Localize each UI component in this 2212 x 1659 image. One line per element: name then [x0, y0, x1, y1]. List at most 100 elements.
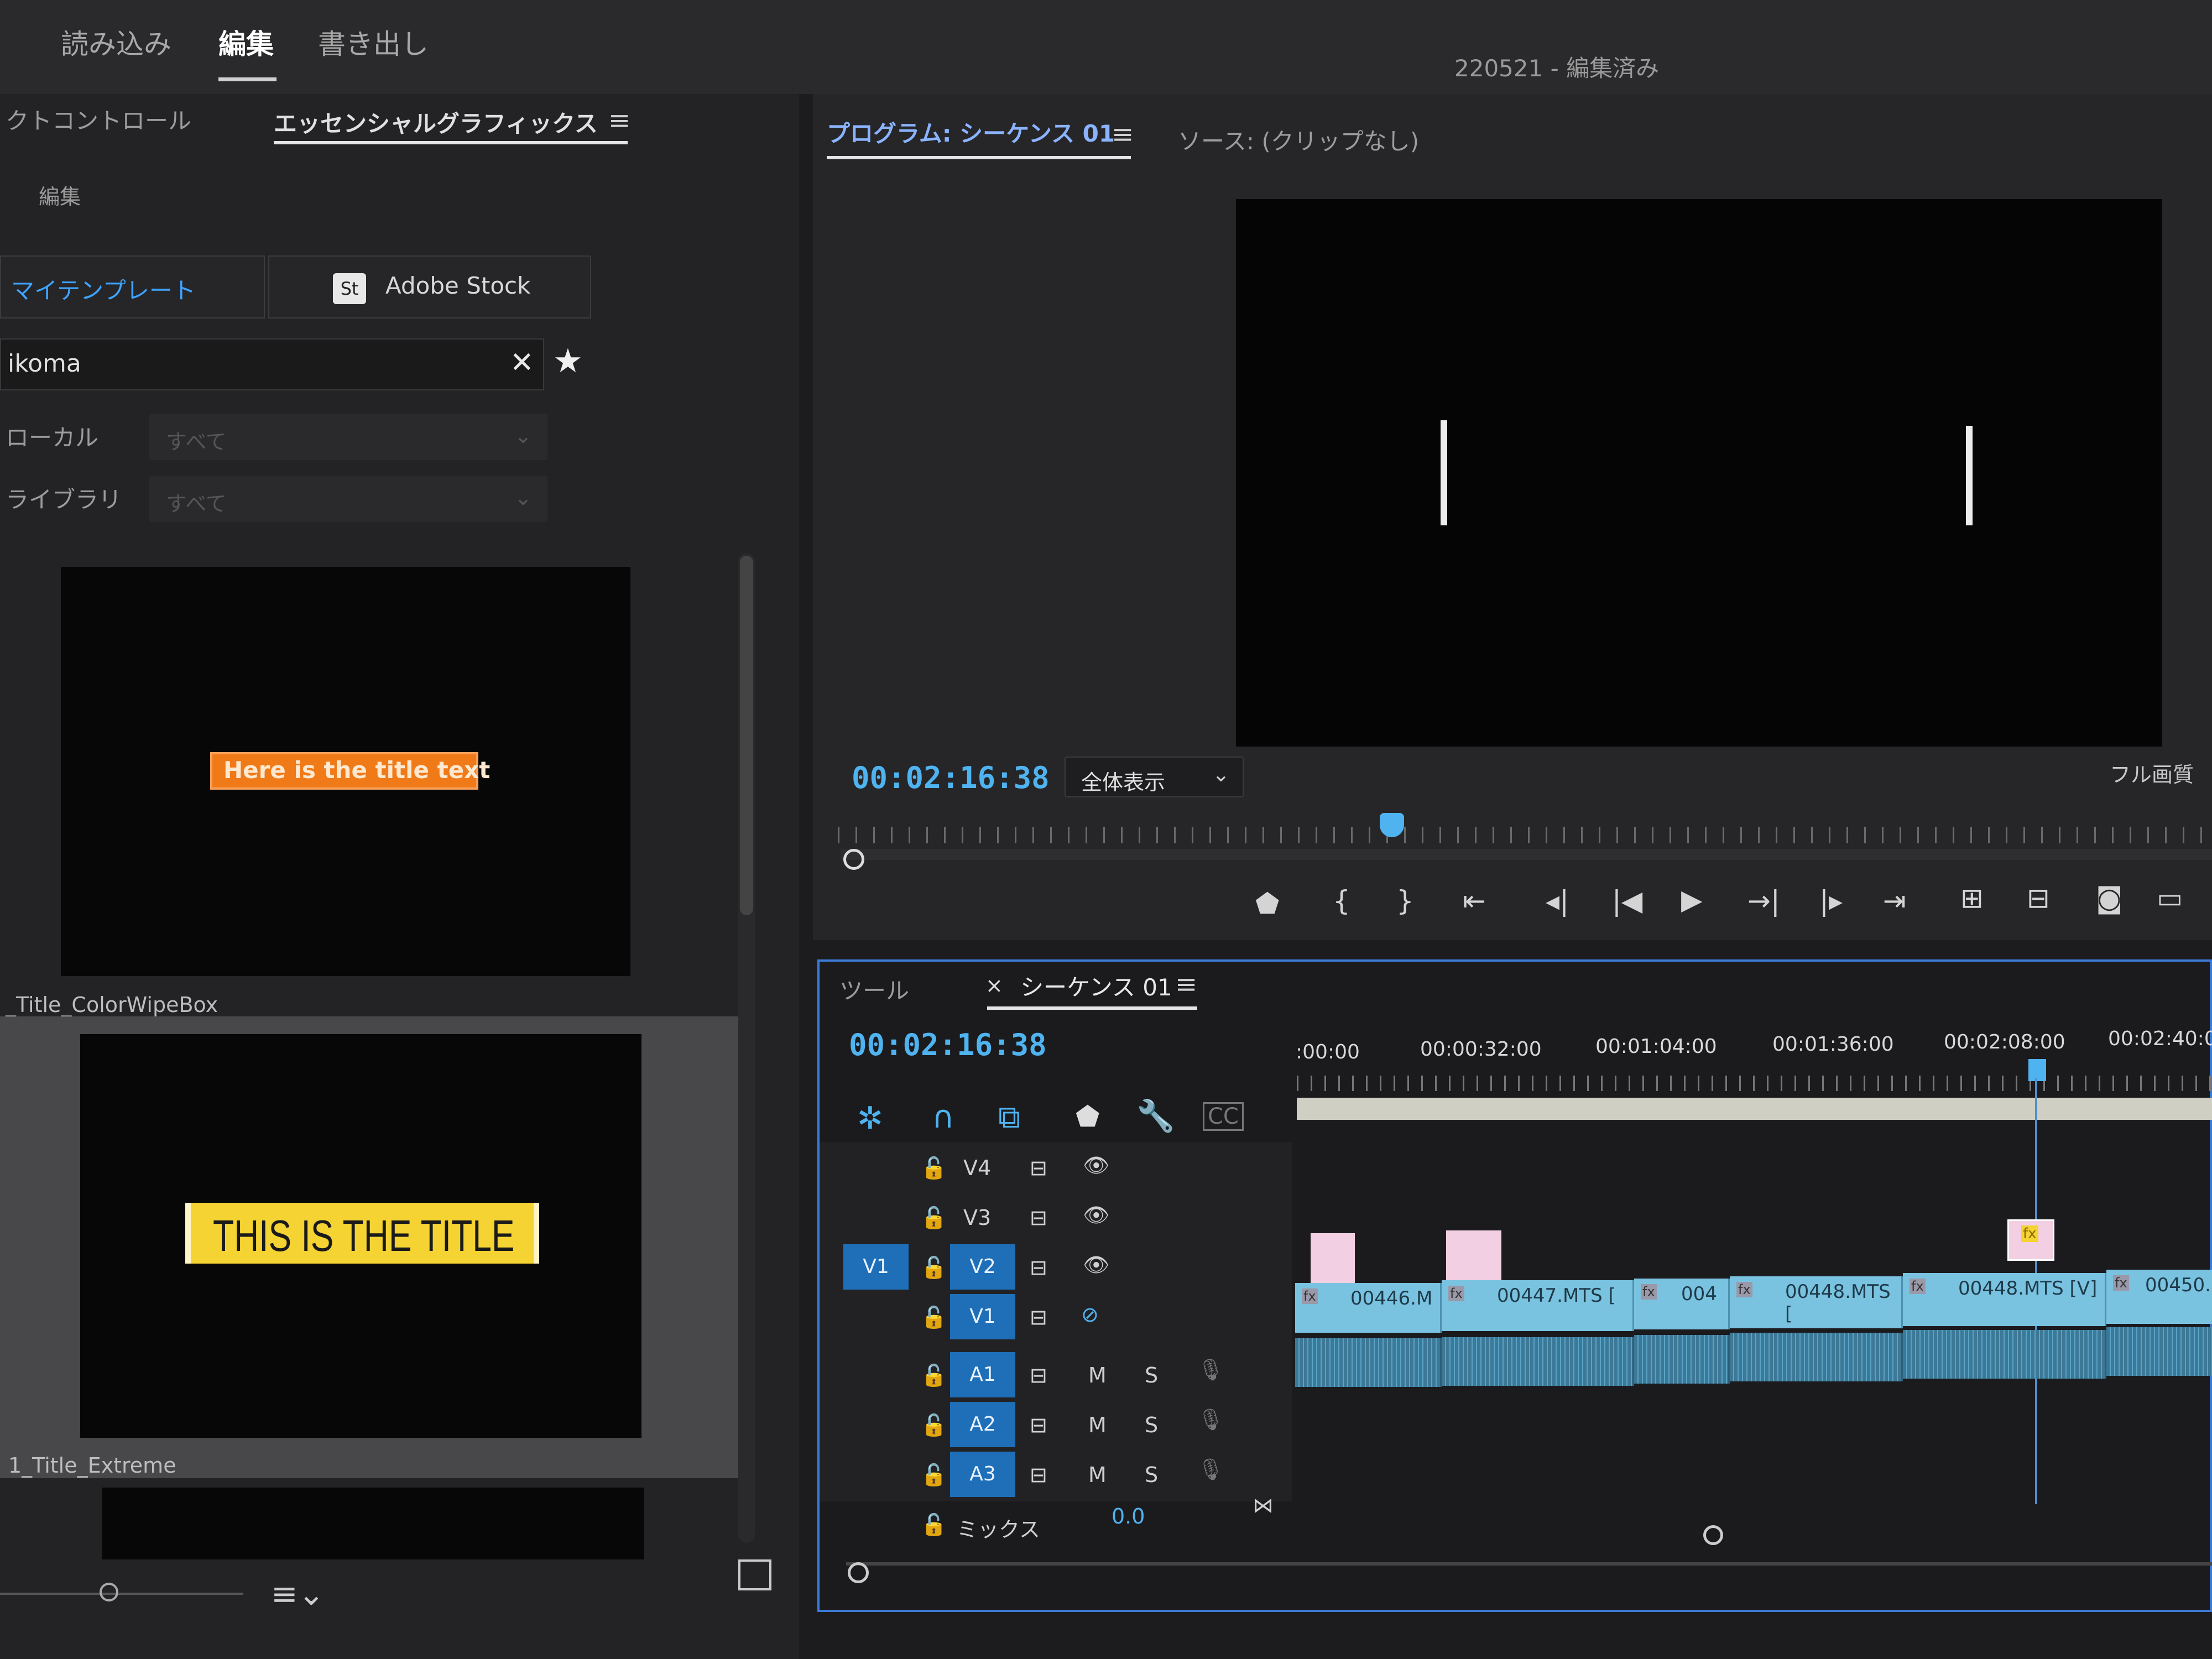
snap-magnet-icon[interactable]: ∩ — [932, 1099, 954, 1135]
my-templates-tab[interactable]: マイテンプレート — [0, 255, 265, 319]
captions-icon[interactable]: CC — [1203, 1102, 1244, 1131]
lock-icon[interactable]: 🔓 — [921, 1305, 947, 1330]
video-clip[interactable]: fx 004 — [1634, 1279, 1730, 1329]
thumbnail-size-slider[interactable] — [0, 1593, 243, 1595]
tab-tools[interactable]: ツール — [839, 972, 909, 1006]
mark-out-icon[interactable]: } — [1396, 885, 1414, 917]
lock-icon[interactable]: 🔓 — [921, 1206, 947, 1230]
eye-hidden-icon[interactable]: ⊘ — [1081, 1302, 1099, 1327]
new-item-icon[interactable] — [738, 1559, 771, 1590]
sync-lock-icon[interactable]: ⊟ — [1030, 1206, 1047, 1230]
audio-clip[interactable] — [1442, 1337, 1634, 1386]
track-label-a1[interactable]: A1 — [950, 1352, 1015, 1397]
title-clip[interactable] — [1311, 1233, 1355, 1283]
go-to-in-icon[interactable]: ⇤ — [1463, 885, 1486, 917]
mute-button[interactable]: M — [1088, 1363, 1107, 1387]
lock-icon[interactable]: 🔓 — [921, 1156, 947, 1181]
zoom-handle[interactable] — [843, 849, 864, 870]
work-area-bar[interactable] — [1297, 1098, 2212, 1120]
go-to-next-edit-icon[interactable]: →| — [1747, 885, 1780, 917]
panel-menu-icon[interactable]: ≡ — [608, 105, 630, 136]
adobe-stock-tab[interactable]: St Adobe Stock — [268, 255, 591, 319]
track-label-v4[interactable]: V4 — [963, 1156, 991, 1180]
video-clip[interactable]: fx 00450.M — [2106, 1270, 2212, 1324]
mute-button[interactable]: M — [1088, 1463, 1107, 1487]
track-label-a2[interactable]: A2 — [950, 1402, 1015, 1447]
template-thumbnail[interactable]: THIS IS THE TITLE — [80, 1034, 641, 1438]
scroll-handle-left[interactable] — [848, 1562, 869, 1583]
video-clip[interactable]: fx 00448.MTS [ — [1730, 1276, 1903, 1328]
local-dropdown[interactable]: すべて ⌄ — [149, 414, 547, 460]
lock-icon[interactable]: 🔓 — [921, 1413, 947, 1438]
linked-selection-icon[interactable]: ⧉ — [998, 1099, 1020, 1136]
menu-import[interactable]: 読み込み — [61, 22, 171, 62]
favorite-star-icon[interactable]: ★ — [553, 342, 583, 380]
menu-export[interactable]: 書き出し — [318, 22, 429, 62]
track-scroll-handle[interactable] — [1703, 1525, 1723, 1545]
program-zoom-bar[interactable] — [841, 849, 2212, 860]
template-thumbnail[interactable]: Here is the title text — [61, 567, 630, 976]
slider-handle[interactable] — [100, 1583, 118, 1601]
safe-margins-icon[interactable]: ▭ — [2157, 882, 2183, 914]
timeline-horizontal-scrollbar[interactable] — [846, 1562, 2212, 1566]
search-input[interactable]: ikoma ✕ — [0, 338, 544, 390]
panel-menu-icon[interactable]: ≡ — [1112, 119, 1134, 150]
lock-icon[interactable]: 🔓 — [921, 1363, 947, 1388]
sync-lock-icon[interactable]: ⊟ — [1030, 1413, 1047, 1437]
audio-clip[interactable] — [1903, 1330, 2106, 1379]
library-dropdown[interactable]: すべて ⌄ — [149, 476, 547, 522]
eye-icon[interactable]: 👁 — [1083, 1153, 1109, 1178]
play-icon[interactable]: ▶ — [1681, 884, 1702, 916]
title-clip[interactable] — [1446, 1230, 1501, 1280]
timeline-timecode[interactable]: 00:02:16:38 — [849, 1027, 1047, 1062]
lock-icon[interactable]: 🔓 — [921, 1255, 947, 1280]
track-label-v1[interactable]: V1 — [950, 1294, 1015, 1339]
tab-source[interactable]: ソース: (クリップなし) — [1178, 123, 1419, 156]
lift-icon[interactable]: ⊞ — [1960, 882, 1984, 914]
audio-clip[interactable] — [2106, 1327, 2212, 1376]
playhead-handle[interactable] — [2028, 1059, 2046, 1081]
audio-clip[interactable] — [1730, 1333, 1903, 1381]
microphone-icon[interactable]: 🎙 — [1197, 1358, 1224, 1383]
step-forward-icon[interactable]: |▸ — [1819, 885, 1843, 917]
source-patch-v1[interactable]: V1 — [843, 1244, 909, 1290]
template-thumbnail[interactable] — [102, 1488, 644, 1559]
solo-button[interactable]: S — [1145, 1463, 1158, 1487]
nest-sequence-icon[interactable]: ✲ — [857, 1100, 883, 1136]
sync-lock-icon[interactable]: ⊟ — [1030, 1255, 1047, 1280]
clear-search-icon[interactable]: ✕ — [510, 346, 534, 379]
sync-lock-icon[interactable]: ⊟ — [1030, 1463, 1047, 1487]
video-preview[interactable] — [1236, 199, 2162, 747]
video-clip[interactable]: fx 00448.MTS [V] — [1903, 1273, 2106, 1326]
wrench-settings-icon[interactable]: 🔧 — [1136, 1098, 1175, 1134]
export-frame-camera-icon[interactable]: ◙ — [2096, 882, 2123, 914]
sync-lock-icon[interactable]: ⊟ — [1030, 1363, 1047, 1387]
video-clip[interactable]: fx 00447.MTS [ — [1442, 1280, 1634, 1331]
track-label-v3[interactable]: V3 — [963, 1206, 991, 1230]
sync-lock-icon[interactable]: ⊟ — [1030, 1156, 1047, 1180]
tab-effect-controls[interactable]: クトコントロール — [6, 102, 191, 136]
step-back-icon[interactable]: ◂| — [1546, 885, 1569, 917]
program-ruler[interactable] — [838, 827, 2212, 843]
audio-clip[interactable] — [1295, 1338, 1442, 1387]
sync-lock-icon[interactable]: ⊟ — [1030, 1305, 1047, 1329]
menu-edit[interactable]: 編集 — [218, 22, 274, 62]
extract-icon[interactable]: ⊟ — [2027, 882, 2050, 914]
solo-button[interactable]: S — [1145, 1363, 1158, 1387]
microphone-icon[interactable]: 🎙 — [1197, 1457, 1224, 1482]
program-timecode[interactable]: 00:02:16:38 — [852, 760, 1050, 795]
track-label-v2[interactable]: V2 — [950, 1244, 1015, 1290]
mix-value[interactable]: 0.0 — [1112, 1504, 1145, 1528]
playback-quality[interactable]: フル画質 — [2110, 758, 2194, 788]
zoom-dropdown[interactable]: 全体表示 ⌄ — [1065, 757, 1244, 797]
add-marker-icon[interactable]: ⬟ — [1076, 1100, 1099, 1133]
tab-program[interactable]: プログラム: シーケンス 01 — [827, 115, 1115, 149]
mute-button[interactable]: M — [1088, 1413, 1107, 1437]
timeline-ruler[interactable] — [1297, 1076, 2212, 1091]
microphone-icon[interactable]: 🎙 — [1197, 1407, 1224, 1432]
solo-button[interactable]: S — [1145, 1413, 1158, 1437]
mark-in-icon[interactable]: { — [1333, 885, 1350, 917]
go-to-out-icon[interactable]: ⇥ — [1883, 885, 1906, 917]
video-clip[interactable]: fx 00446.M — [1295, 1283, 1442, 1333]
playhead-marker[interactable] — [1380, 813, 1404, 837]
